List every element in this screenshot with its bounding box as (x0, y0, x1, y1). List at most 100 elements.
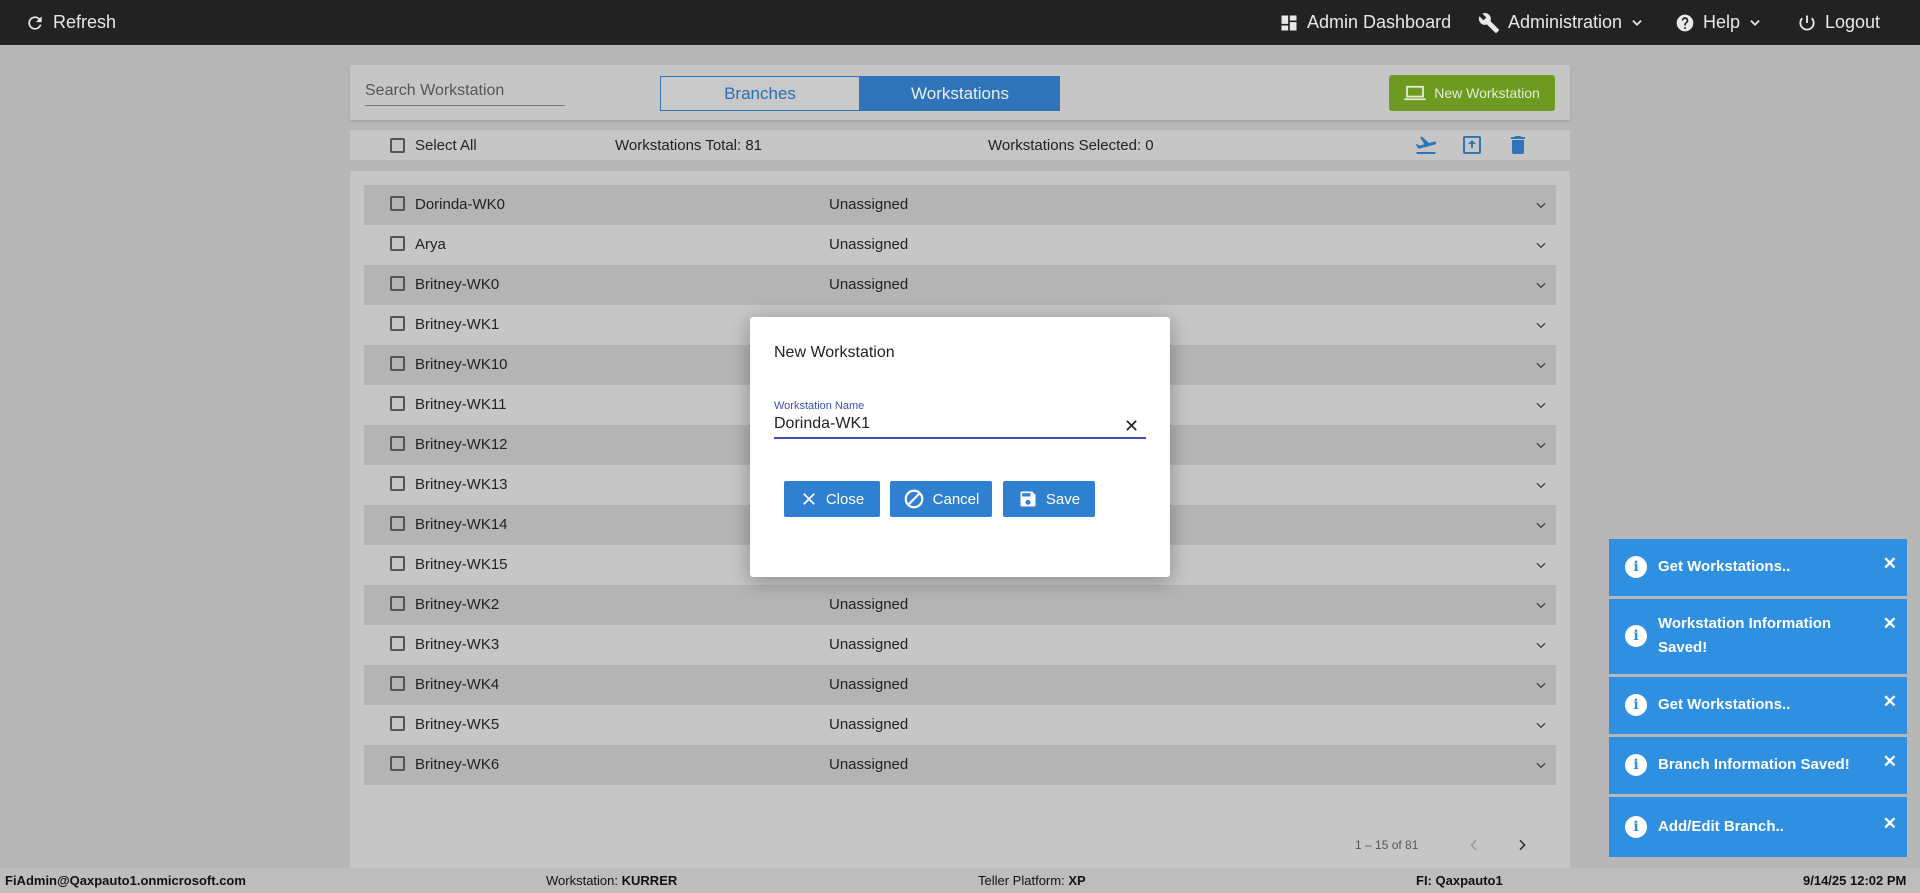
row-checkbox[interactable] (390, 756, 405, 771)
row-checkbox[interactable] (390, 596, 405, 611)
next-page-icon[interactable] (1514, 836, 1530, 859)
table-row[interactable]: Arya Unassigned (364, 225, 1556, 265)
expand-chevron-icon[interactable] (1534, 238, 1548, 256)
info-icon: i (1625, 556, 1647, 578)
expand-chevron-icon[interactable] (1534, 678, 1548, 696)
workstation-name: Britney-WK5 (415, 716, 500, 733)
row-checkbox[interactable] (390, 276, 405, 291)
row-checkbox[interactable] (390, 436, 405, 451)
row-checkbox[interactable] (390, 316, 405, 331)
toast-close-icon[interactable]: ✕ (1883, 554, 1897, 574)
toast-close-icon[interactable]: ✕ (1883, 614, 1897, 634)
expand-chevron-icon[interactable] (1534, 598, 1548, 616)
expand-chevron-icon[interactable] (1534, 638, 1548, 656)
workstation-status: Unassigned (829, 276, 909, 293)
workstation-info: Workstation: KURRER (546, 873, 677, 888)
selection-bar: Select All Workstations Total: 81 Workst… (350, 130, 1570, 160)
info-icon: i (1625, 816, 1647, 838)
expand-chevron-icon[interactable] (1534, 198, 1548, 216)
new-workstation-button[interactable]: New Workstation (1389, 75, 1555, 111)
select-all-checkbox[interactable] (390, 138, 405, 153)
expand-chevron-icon[interactable] (1534, 518, 1548, 536)
table-row[interactable]: Britney-WK5 Unassigned (364, 705, 1556, 745)
close-button[interactable]: Close (784, 481, 880, 517)
airplane-takeoff-icon[interactable] (1414, 133, 1438, 157)
select-all[interactable]: Select All (390, 137, 477, 154)
row-checkbox[interactable] (390, 636, 405, 651)
refresh-button[interactable]: Refresh (25, 0, 116, 45)
row-checkbox[interactable] (390, 356, 405, 371)
teller-platform-info: Teller Platform: XP (978, 873, 1086, 888)
expand-chevron-icon[interactable] (1534, 758, 1548, 776)
save-button[interactable]: Save (1003, 481, 1095, 517)
toast-close-icon[interactable]: ✕ (1883, 814, 1897, 834)
expand-chevron-icon[interactable] (1534, 398, 1548, 416)
refresh-label: Refresh (53, 12, 117, 32)
expand-chevron-icon[interactable] (1534, 318, 1548, 336)
administration-label: Administration (1508, 12, 1623, 32)
workstation-status: Unassigned (829, 676, 909, 693)
workstation-status: Unassigned (829, 236, 909, 253)
workstation-name: Britney-WK14 (415, 516, 508, 533)
toast-close-icon[interactable]: ✕ (1883, 752, 1897, 772)
expand-chevron-icon[interactable] (1534, 278, 1548, 296)
tab-branches[interactable]: Branches (660, 76, 860, 111)
top-navigation-bar: Refresh Admin Dashboard Administration H… (0, 0, 1920, 45)
help-menu[interactable]: Help (1675, 0, 1762, 45)
dialog-title: New Workstation (774, 344, 895, 361)
table-row[interactable]: Britney-WK4 Unassigned (364, 665, 1556, 705)
table-row[interactable]: Britney-WK0 Unassigned (364, 265, 1556, 305)
table-row[interactable]: Britney-WK2 Unassigned (364, 585, 1556, 625)
table-row[interactable]: Dorinda-WK0 Unassigned (364, 185, 1556, 225)
trash-icon[interactable] (1506, 133, 1530, 157)
table-row[interactable]: Britney-WK6 Unassigned (364, 745, 1556, 785)
workstation-toolbar: Search Workstation Branches Workstations… (350, 65, 1570, 120)
teller-platform-value: XP (1068, 873, 1086, 888)
tab-workstations[interactable]: Workstations (860, 76, 1060, 111)
workstation-name: Britney-WK4 (415, 676, 500, 693)
floppy-disk-icon (1020, 491, 1036, 507)
row-checkbox[interactable] (390, 236, 405, 251)
workstation-status: Unassigned (829, 636, 909, 653)
expand-chevron-icon[interactable] (1534, 478, 1548, 496)
administration-menu[interactable]: Administration (1478, 0, 1644, 45)
admin-dashboard-link[interactable]: Admin Dashboard (1279, 0, 1451, 45)
workstation-info-label: Workstation: (546, 873, 619, 888)
cancel-button[interactable]: Cancel (890, 481, 992, 517)
previous-page-icon[interactable] (1466, 836, 1482, 859)
row-checkbox[interactable] (390, 676, 405, 691)
fi-info: FI: Qaxpauto1 (1416, 873, 1503, 888)
user-email: FiAdmin@Qaxpauto1.onmicrosoft.com (5, 873, 246, 888)
toast-notification: i Get Workstations.. ✕ (1609, 677, 1907, 734)
expand-chevron-icon[interactable] (1534, 718, 1548, 736)
info-icon: i (1625, 625, 1647, 647)
workstation-name: Britney-WK2 (415, 596, 500, 613)
workstation-name: Britney-WK11 (415, 396, 507, 413)
workstation-name-input[interactable] (774, 411, 1146, 439)
row-checkbox[interactable] (390, 396, 405, 411)
toast-notification: i Get Workstations.. ✕ (1609, 539, 1907, 596)
toast-notification: i Add/Edit Branch.. ✕ (1609, 797, 1907, 857)
expand-chevron-icon[interactable] (1534, 438, 1548, 456)
datetime: 9/14/25 12:02 PM (1803, 873, 1907, 888)
refresh-icon (28, 15, 42, 30)
expand-chevron-icon[interactable] (1534, 558, 1548, 576)
row-checkbox[interactable] (390, 196, 405, 211)
row-checkbox[interactable] (390, 716, 405, 731)
search-workstation-input[interactable]: Search Workstation (365, 78, 565, 106)
workstation-name: Britney-WK1 (415, 316, 500, 333)
upload-box-icon[interactable] (1460, 133, 1484, 157)
toast-message: Branch Information Saved! (1658, 756, 1850, 773)
table-row[interactable]: Britney-WK3 Unassigned (364, 625, 1556, 665)
workstation-name: Britney-WK6 (415, 756, 500, 773)
workstation-status: Unassigned (829, 196, 909, 213)
toast-close-icon[interactable]: ✕ (1883, 692, 1897, 712)
row-checkbox[interactable] (390, 556, 405, 571)
clear-icon[interactable]: ✕ (1124, 416, 1139, 437)
power-icon (1799, 15, 1815, 30)
expand-chevron-icon[interactable] (1534, 358, 1548, 376)
row-checkbox[interactable] (390, 476, 405, 491)
workstations-total: Workstations Total: 81 (615, 137, 763, 154)
logout-button[interactable]: Logout (1797, 0, 1880, 45)
row-checkbox[interactable] (390, 516, 405, 531)
